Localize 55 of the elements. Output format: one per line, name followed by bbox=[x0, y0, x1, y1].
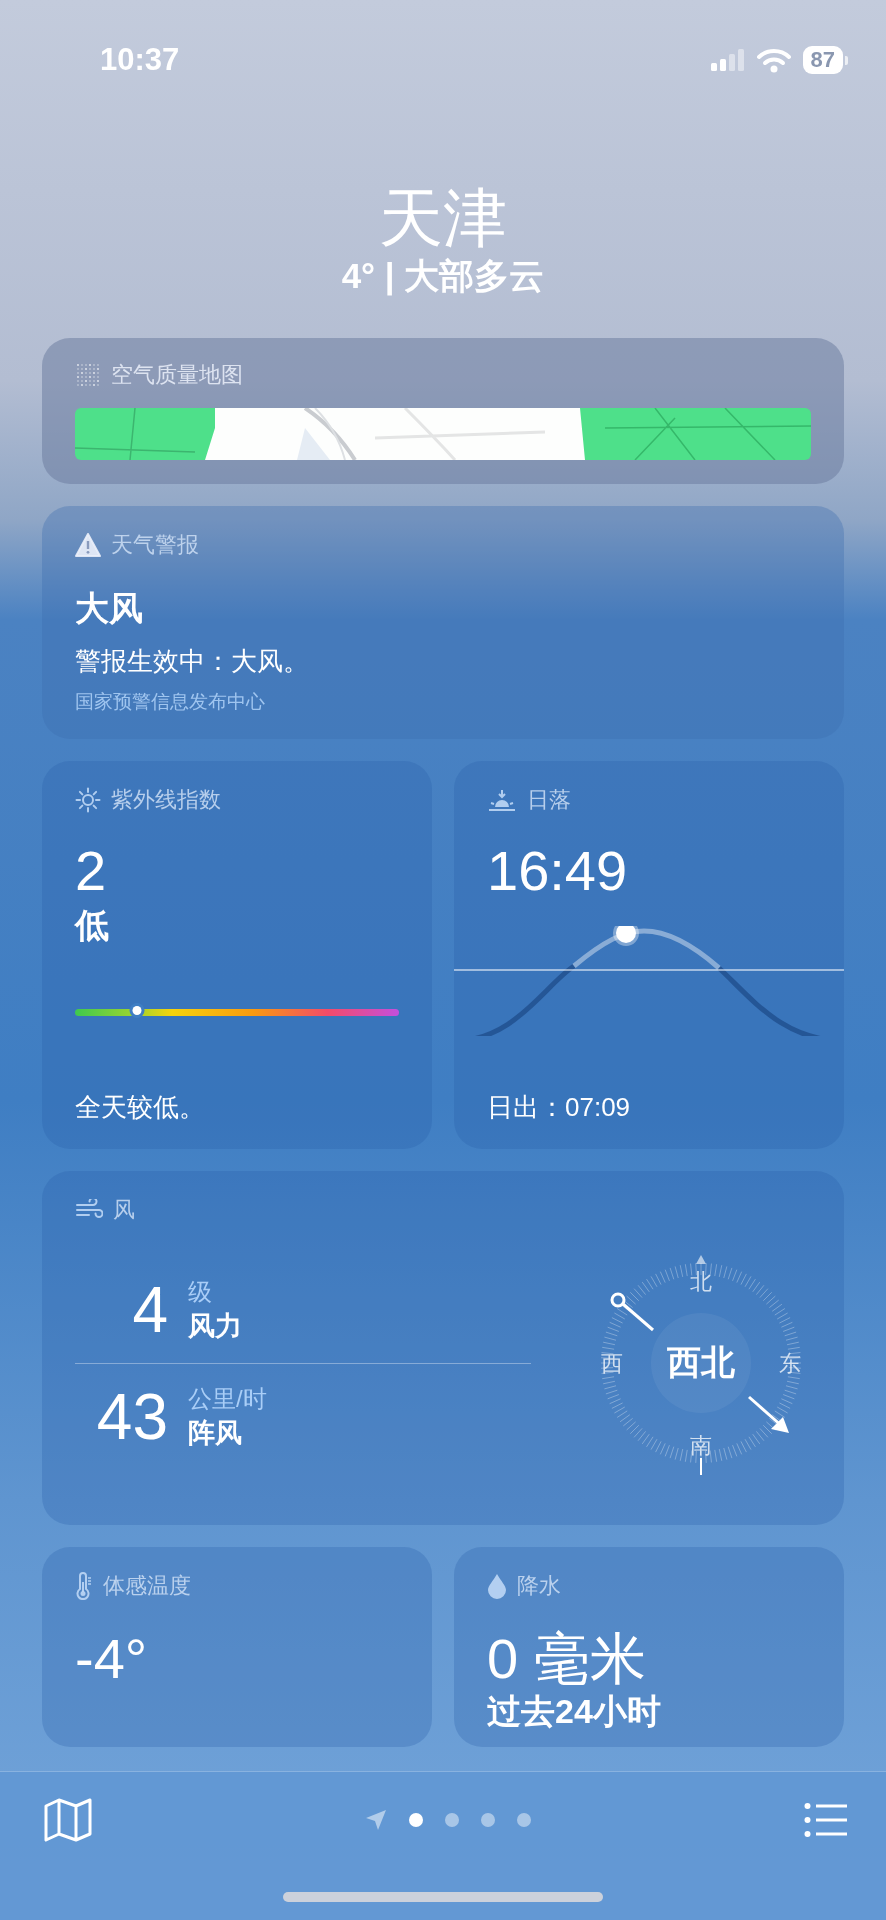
compass-label: 西 bbox=[601, 1351, 623, 1376]
sunset-card[interactable]: 日落 16:49 日出：07:09 bbox=[454, 761, 844, 1149]
compass-label: 南 bbox=[690, 1433, 712, 1458]
wifi-icon bbox=[756, 47, 791, 73]
compass-label: 东 bbox=[779, 1351, 801, 1376]
wind-icon bbox=[75, 1199, 103, 1221]
dots-icon bbox=[75, 362, 101, 388]
thermometer-icon bbox=[75, 1572, 93, 1600]
sunrise-time: 日出：07:09 bbox=[487, 1091, 632, 1124]
wind-force-label: 风力 bbox=[188, 1309, 243, 1343]
status-time: 10:37 bbox=[100, 42, 180, 78]
page-dot[interactable] bbox=[481, 1813, 495, 1827]
location-icon[interactable] bbox=[365, 1809, 387, 1831]
battery-level: 87 bbox=[802, 46, 843, 74]
card-title: 风 bbox=[113, 1196, 135, 1224]
air-quality-card[interactable]: 空气质量地图 bbox=[42, 338, 844, 484]
uv-value: 2 bbox=[75, 839, 108, 903]
drop-icon bbox=[487, 1573, 507, 1599]
weather-summary: 4° | 大部多云 bbox=[341, 255, 545, 298]
signal-icon bbox=[710, 49, 745, 71]
map-icon[interactable] bbox=[44, 1798, 92, 1842]
uv-note: 全天较低。 bbox=[75, 1091, 206, 1124]
gust-unit: 公里/时 bbox=[188, 1383, 268, 1414]
card-title: 空气质量地图 bbox=[111, 361, 243, 389]
page-dot[interactable] bbox=[409, 1813, 423, 1827]
city-name: 天津 bbox=[379, 182, 507, 254]
page-dot[interactable] bbox=[517, 1813, 531, 1827]
warning-icon bbox=[75, 533, 101, 557]
alert-description: 警报生效中：大风。 bbox=[75, 645, 310, 678]
gust-value: 43 bbox=[95, 1381, 168, 1452]
wind-force-value: 4 bbox=[131, 1274, 168, 1345]
compass-label: 北 bbox=[690, 1269, 712, 1294]
card-title: 紫外线指数 bbox=[111, 786, 221, 814]
uv-category: 低 bbox=[75, 905, 110, 946]
wind-force-unit: 级 bbox=[188, 1276, 213, 1307]
list-icon[interactable] bbox=[804, 1802, 848, 1838]
precipitation-period: 过去24小时 bbox=[487, 1691, 662, 1731]
alert-card[interactable]: 天气警报 大风 警报生效中：大风。 国家预警信息发布中心 bbox=[42, 506, 844, 739]
precipitation-card[interactable]: 降水 0 毫米 过去24小时 bbox=[454, 1547, 844, 1747]
card-title: 日落 bbox=[527, 786, 571, 814]
card-title: 体感温度 bbox=[103, 1572, 191, 1600]
sun-icon bbox=[75, 787, 101, 813]
card-title: 降水 bbox=[517, 1572, 561, 1600]
sunset-icon bbox=[487, 788, 517, 812]
alert-source: 国家预警信息发布中心 bbox=[75, 690, 266, 714]
card-title: 天气警报 bbox=[111, 531, 199, 559]
feels-like-card[interactable]: 体感温度 -4° bbox=[42, 1547, 432, 1747]
feels-like-value: -4° bbox=[75, 1627, 149, 1691]
wind-direction: 西北 bbox=[667, 1343, 735, 1381]
page-dot[interactable] bbox=[445, 1813, 459, 1827]
sunset-time: 16:49 bbox=[487, 839, 629, 903]
alert-headline: 大风 bbox=[75, 588, 144, 629]
precipitation-value: 0 毫米 bbox=[487, 1627, 647, 1691]
gust-label: 阵风 bbox=[188, 1416, 243, 1450]
uv-card[interactable]: 紫外线指数 2 低 全天较低。 bbox=[42, 761, 432, 1149]
